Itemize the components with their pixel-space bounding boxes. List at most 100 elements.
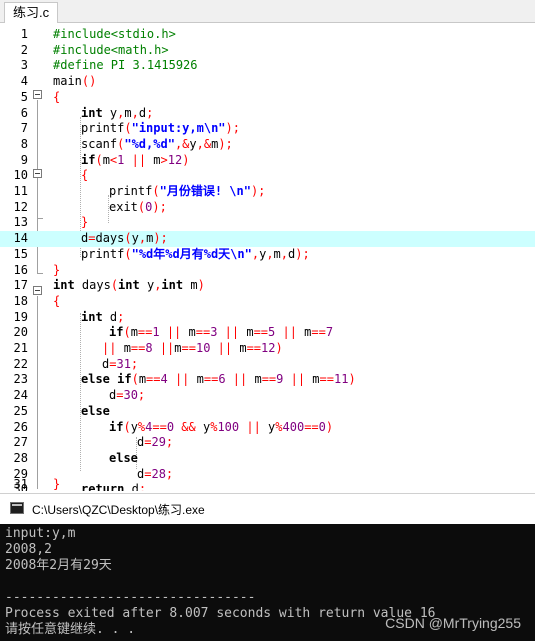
code-text: printf("月份错误! \n"); bbox=[109, 184, 266, 198]
code-line[interactable]: 24 d=30; bbox=[0, 388, 535, 404]
code-line[interactable]: 18 { bbox=[0, 294, 535, 310]
line-number: 7 bbox=[20, 121, 28, 136]
code-editor[interactable]: 1 #include<stdio.h> 2 #include<math.h> 3 #d… bbox=[0, 23, 535, 491]
line-number: 6 bbox=[20, 105, 28, 120]
code-line[interactable]: 4 main() bbox=[0, 74, 535, 90]
code-text: else bbox=[81, 403, 110, 418]
code-line[interactable]: 6 int y,m,d; bbox=[0, 106, 535, 122]
code-line[interactable]: 11 printf("月份错误! \n"); bbox=[0, 184, 535, 200]
code-line[interactable]: 25 else bbox=[0, 404, 535, 420]
code-text: if(y%4==0 && y%100 || y%400==0) bbox=[109, 419, 334, 434]
code-line[interactable]: 21 || m==8 ||m==10 || m==12) bbox=[0, 341, 535, 357]
code-text: } bbox=[81, 215, 89, 230]
code-line[interactable]: 28 else bbox=[0, 451, 535, 467]
line-number: 18 bbox=[13, 293, 28, 308]
console-output[interactable]: input:y,m 2008,2 2008年2月有29天 -----------… bbox=[0, 524, 535, 641]
code-line[interactable]: 19 int d; bbox=[0, 310, 535, 326]
console-line: -------------------------------- bbox=[5, 590, 256, 605]
code-line[interactable]: 26 if(y%4==0 && y%100 || y%400==0) bbox=[0, 420, 535, 436]
code-text: #define PI 3.1415926 bbox=[53, 58, 198, 73]
line-number: 20 bbox=[13, 325, 28, 340]
code-line[interactable]: 23 else if(m==4 || m==6 || m==9 || m==11) bbox=[0, 372, 535, 388]
line-number: 24 bbox=[13, 388, 28, 403]
code-text: { bbox=[53, 89, 61, 104]
line-number: 19 bbox=[13, 309, 28, 324]
line-number: 9 bbox=[20, 152, 28, 167]
code-line[interactable]: 20 if(m==1 || m==3 || m==5 || m==7 bbox=[0, 325, 535, 341]
code-text: } bbox=[53, 477, 61, 491]
code-line[interactable]: 15 printf("%d年%d月有%d天\n",y,m,d); bbox=[0, 247, 535, 263]
line-number: 15 bbox=[13, 246, 28, 261]
line-number: 11 bbox=[13, 184, 28, 198]
console-app-icon bbox=[10, 502, 24, 514]
code-line[interactable]: 22 d=31; bbox=[0, 357, 535, 373]
code-text: printf("%d年%d月有%d天\n",y,m,d); bbox=[81, 246, 310, 261]
code-line[interactable]: 7 printf("input:y,m\n"); bbox=[0, 121, 535, 137]
line-number: 8 bbox=[20, 136, 28, 151]
code-text: } bbox=[53, 262, 61, 277]
console-line: 2008,2 bbox=[5, 542, 52, 557]
console-line: input:y,m bbox=[5, 526, 76, 541]
code-text: main() bbox=[53, 74, 97, 89]
code-text: int d; bbox=[81, 309, 125, 324]
line-number: 27 bbox=[13, 435, 28, 450]
code-line[interactable]: 8 scanf("%d,%d",&y,&m); bbox=[0, 137, 535, 153]
code-line[interactable]: 3 #define PI 3.1415926 bbox=[0, 58, 535, 74]
line-number: 3 bbox=[20, 58, 28, 73]
code-text: int days(int y,int m) bbox=[53, 278, 205, 293]
line-number: 17 bbox=[13, 278, 28, 293]
line-number: 31 bbox=[13, 477, 28, 491]
code-line[interactable]: 5{ bbox=[0, 90, 535, 106]
line-number: 21 bbox=[13, 341, 28, 355]
code-text: exit(0); bbox=[109, 199, 167, 214]
code-text: d=31; bbox=[102, 356, 139, 371]
code-text: || m==8 ||m==10 || m==12) bbox=[102, 341, 283, 355]
code-line[interactable]: 1 #include<stdio.h> bbox=[0, 27, 535, 43]
current-code-line[interactable]: 14 d=days(y,m); bbox=[0, 231, 535, 247]
line-number: 22 bbox=[13, 356, 28, 371]
code-text: d=days(y,m); bbox=[81, 231, 168, 246]
line-number: 13 bbox=[13, 215, 28, 230]
code-text: #include<math.h> bbox=[53, 42, 169, 57]
line-number: 28 bbox=[13, 450, 28, 465]
line-number: 2 bbox=[20, 42, 28, 57]
line-number: 5 bbox=[20, 89, 28, 104]
console-line: 2008年2月有29天 bbox=[5, 558, 112, 573]
editor-tab-bar: 练习.c bbox=[0, 0, 535, 23]
watermark: CSDN @MrTrying255 bbox=[385, 615, 521, 631]
code-text: #include<stdio.h> bbox=[53, 27, 176, 41]
line-number: 14 bbox=[13, 231, 28, 246]
code-text: printf("input:y,m\n"); bbox=[81, 121, 240, 136]
code-line[interactable]: 2 #include<math.h> bbox=[0, 43, 535, 59]
file-tab[interactable]: 练习.c bbox=[4, 2, 59, 23]
line-number: 12 bbox=[13, 199, 28, 214]
code-line[interactable]: 10 { bbox=[0, 168, 535, 184]
code-text: scanf("%d,%d",&y,&m); bbox=[81, 136, 233, 151]
code-text: d=29; bbox=[137, 435, 174, 450]
code-line[interactable]: 17 int days(int y,int m) bbox=[0, 278, 535, 294]
console-title-bar[interactable]: C:\Users\QZC\Desktop\练习.exe bbox=[0, 493, 535, 524]
code-text: { bbox=[81, 168, 89, 183]
line-number: 1 bbox=[20, 27, 28, 41]
code-line[interactable]: 16} bbox=[0, 263, 535, 279]
console-title: C:\Users\QZC\Desktop\练习.exe bbox=[32, 503, 205, 517]
console-line: 请按任意键继续. . . bbox=[5, 622, 136, 637]
code-text: { bbox=[53, 293, 61, 308]
line-number: 10 bbox=[13, 168, 28, 183]
code-line[interactable]: 9 if(m<1 || m>12) bbox=[0, 153, 535, 169]
code-text: else bbox=[109, 450, 138, 465]
code-text: else if(m==4 || m==6 || m==9 || m==11) bbox=[81, 372, 356, 387]
code-line[interactable]: 13} bbox=[0, 215, 535, 231]
code-text: if(m<1 || m>12) bbox=[81, 152, 190, 167]
console-line: Process exited after 8.007 seconds with … bbox=[5, 606, 436, 621]
line-number: 16 bbox=[13, 262, 28, 277]
line-number: 25 bbox=[13, 403, 28, 418]
code-text: d=30; bbox=[109, 388, 146, 403]
code-line[interactable]: 27 d=29; bbox=[0, 435, 535, 451]
line-number: 23 bbox=[13, 372, 28, 387]
code-text: if(m==1 || m==3 || m==5 || m==7 bbox=[109, 325, 334, 340]
code-line[interactable]: 31} bbox=[0, 477, 535, 492]
code-line[interactable]: 12 exit(0); bbox=[0, 200, 535, 216]
code-text: int y,m,d; bbox=[81, 105, 154, 120]
line-number: 26 bbox=[13, 419, 28, 434]
